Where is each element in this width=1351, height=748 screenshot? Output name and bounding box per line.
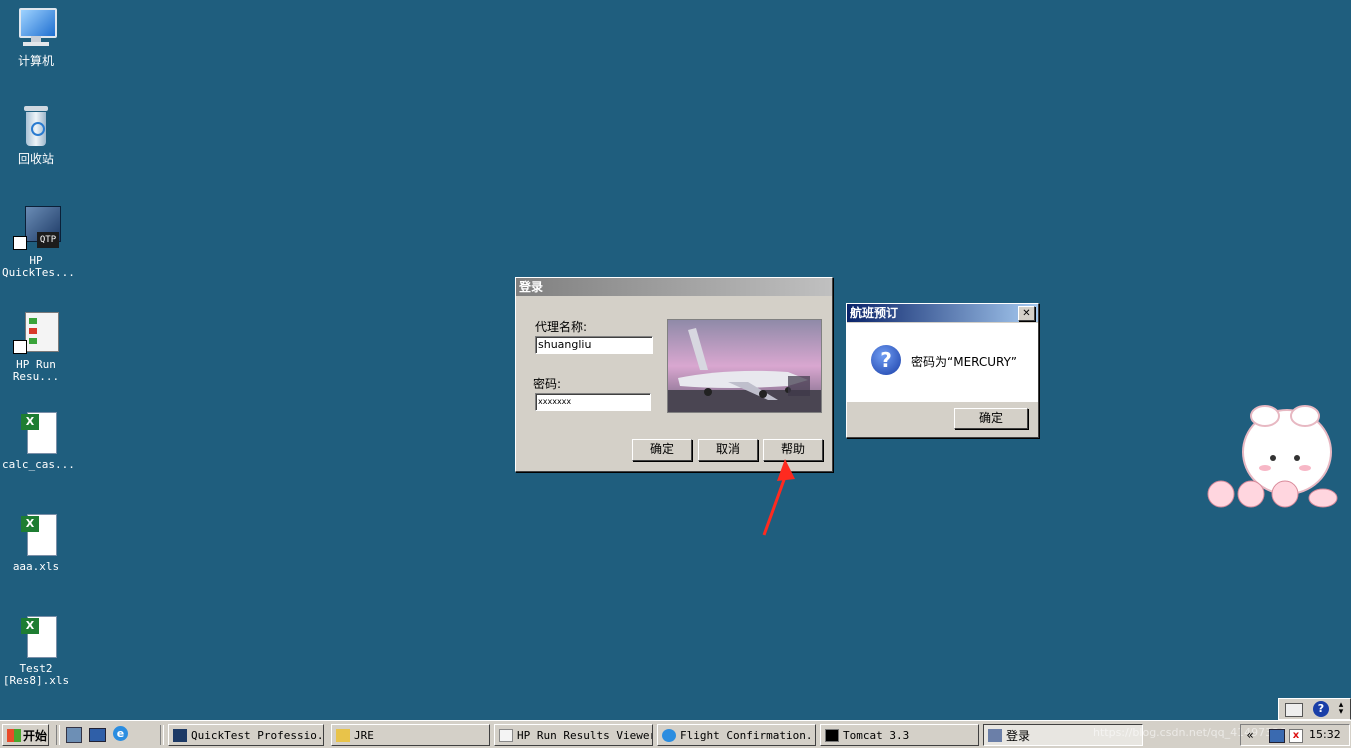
login-dialog-title: 登录	[516, 278, 832, 296]
desktop-icon-label: 回收站	[17, 152, 54, 166]
desktop-icon-aaa-xls[interactable]: X aaa.xls	[2, 512, 70, 573]
password-input[interactable]: xxxxxxx	[535, 393, 651, 411]
taskbar-item-label: 登录	[1006, 729, 1031, 743]
desktop-icon-label: aaa.xls	[12, 560, 60, 573]
question-icon: ?	[871, 345, 901, 375]
quicktest-icon	[173, 729, 187, 742]
cancel-button[interactable]: 取消	[698, 439, 758, 461]
annotation-arrow	[762, 459, 795, 536]
desktop-icon-label: Test2 [Res8].xls	[2, 662, 70, 687]
shortcut-arrow-icon	[13, 236, 27, 250]
ie-icon	[662, 729, 676, 742]
clock-time[interactable]: 15:32	[1309, 725, 1341, 745]
taskbar-item-label: HP Run Results Viewer	[517, 729, 653, 742]
message-text: 密码为“MERCURY”	[911, 355, 1017, 369]
taskbar-item-jre[interactable]: JRE	[331, 724, 490, 746]
options-icon[interactable]: ▴ ▾	[1337, 701, 1345, 717]
login-dialog: 登录 代理名称: shuangliu 密码: xxxxxxx 确定 取消 帮助	[515, 277, 833, 472]
close-button[interactable]: ✕	[1018, 306, 1035, 321]
system-tray: « x 15:32	[1240, 724, 1350, 746]
console-icon	[825, 729, 839, 742]
tray-expand-button[interactable]: «	[1243, 726, 1257, 744]
server-manager-icon[interactable]	[89, 728, 106, 742]
recycle-bin-icon	[13, 104, 59, 150]
taskbar-item-flight-confirmation[interactable]: Flight Confirmation...	[657, 724, 816, 746]
ie-icon[interactable]: e	[113, 726, 128, 741]
desktop-icon-recycle-bin[interactable]: 回收站	[2, 104, 70, 165]
airplane-image	[667, 319, 822, 413]
desktop-icon-test2[interactable]: X Test2 [Res8].xls	[2, 614, 70, 687]
desktop-icon-label: HP Run Resu...	[12, 358, 60, 383]
language-bar: ? ▴ ▾	[1278, 698, 1351, 720]
taskbar-item-run-results[interactable]: HP Run Results Viewer	[494, 724, 653, 746]
taskbar-item-label: QuickTest Professio...	[191, 729, 324, 742]
help-icon[interactable]: ?	[1313, 701, 1329, 717]
ok-button[interactable]: 确定	[632, 439, 692, 461]
run-results-icon	[13, 310, 59, 356]
run-results-icon	[499, 729, 513, 742]
taskbar: 开始 e QuickTest Professio... JRE HP Run R…	[0, 720, 1351, 748]
computer-icon	[13, 6, 59, 52]
desktop-icon-run-results[interactable]: HP Run Resu...	[2, 310, 70, 383]
desktop-icon-label: HP QuickTes...	[2, 254, 75, 279]
agent-name-label: 代理名称:	[535, 320, 588, 334]
bunny-sticker-icon	[1207, 405, 1338, 508]
start-button[interactable]: 开始	[2, 724, 49, 746]
desktop-icon-calc-cas[interactable]: X calc_cas...	[2, 410, 75, 471]
excel-icon: X	[13, 614, 59, 660]
desktop-icon-computer[interactable]: 计算机	[2, 6, 70, 67]
start-label: 开始	[23, 729, 48, 743]
message-ok-button[interactable]: 确定	[954, 408, 1028, 429]
password-label: 密码:	[533, 377, 562, 391]
quicktest-icon: QTP	[13, 206, 61, 252]
windows-logo-icon	[7, 729, 21, 742]
desktop-icon-label: 计算机	[17, 54, 54, 68]
desktop-icon-label: calc_cas...	[2, 458, 75, 471]
taskbar-item-label: Flight Confirmation...	[680, 729, 816, 742]
network-icon[interactable]	[1269, 729, 1285, 743]
desktop-icon-quicktest[interactable]: QTP HP QuickTes...	[2, 206, 75, 279]
excel-icon: X	[13, 512, 59, 558]
airplane-icon	[988, 729, 1002, 742]
message-box: 航班预订 ✕ ? 密码为“MERCURY” 确定	[846, 303, 1039, 438]
excel-icon: X	[13, 410, 59, 456]
taskbar-item-tomcat[interactable]: Tomcat 3.3	[820, 724, 979, 746]
message-box-title: 航班预订	[847, 304, 1038, 322]
volume-muted-icon[interactable]: x	[1289, 729, 1303, 743]
shortcut-arrow-icon	[13, 340, 27, 354]
agent-name-input[interactable]: shuangliu	[535, 336, 653, 354]
taskbar-item-label: JRE	[354, 729, 374, 742]
show-desktop-icon[interactable]	[66, 727, 82, 743]
folder-icon	[336, 729, 350, 742]
keyboard-icon[interactable]	[1285, 703, 1303, 717]
taskbar-item-label: Tomcat 3.3	[843, 729, 910, 742]
taskbar-item-quicktest[interactable]: QuickTest Professio...	[168, 724, 324, 746]
